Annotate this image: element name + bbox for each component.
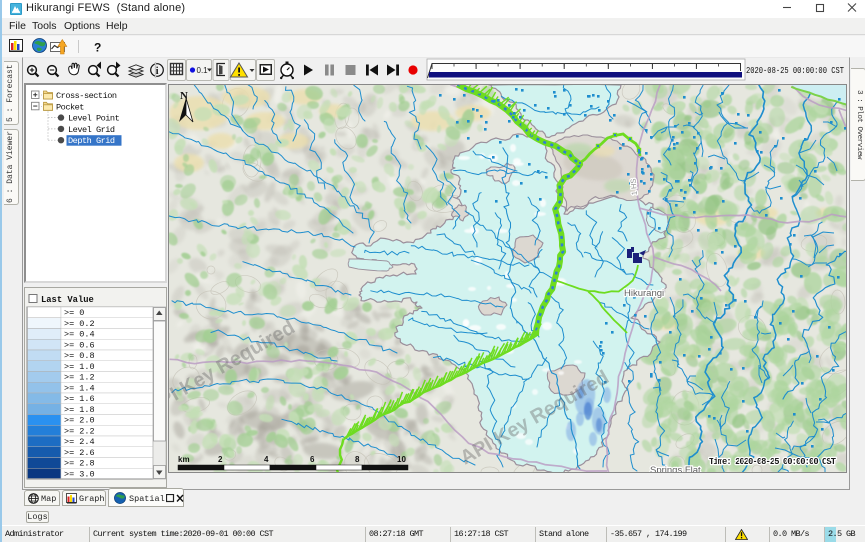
svg-text:>= 1.6: >= 1.6 (64, 394, 95, 404)
svg-text:>= 0.2: >= 0.2 (64, 319, 95, 329)
svg-text:>= 0: >= 0 (64, 308, 84, 318)
svg-text:2020-08-25 00:00:00 CST: 2020-08-25 00:00:00 CST (746, 66, 844, 76)
svg-text:Last Value: Last Value (41, 295, 94, 305)
svg-text:>= 1.4: >= 1.4 (64, 383, 95, 393)
svg-text:10: 10 (397, 455, 406, 464)
svg-text:>= 1.8: >= 1.8 (64, 405, 95, 415)
svg-text:Hikurangi: Hikurangi (624, 288, 664, 299)
svg-text:6: 6 (310, 455, 315, 464)
svg-text:Springs Flat: Springs Flat (650, 465, 701, 473)
svg-text:1 HS: 1 HS (629, 178, 639, 195)
svg-text:Depth Grid: Depth Grid (68, 136, 115, 146)
svg-text:>= 0.6: >= 0.6 (64, 340, 95, 350)
svg-text:Pocket: Pocket (56, 102, 84, 112)
svg-text:>= 1.2: >= 1.2 (64, 373, 95, 383)
svg-text:Time: 2020-08-25 00:00:00 CST: Time: 2020-08-25 00:00:00 CST (709, 457, 837, 467)
svg-text:8: 8 (355, 455, 360, 464)
svg-text:>= 2.6: >= 2.6 (64, 448, 95, 458)
svg-text:>= 0.8: >= 0.8 (64, 351, 95, 361)
svg-text:>= 0.4: >= 0.4 (64, 330, 95, 340)
svg-text:>= 3.0: >= 3.0 (64, 469, 95, 479)
svg-text:Cross-section: Cross-section (56, 91, 117, 101)
svg-text:0.1: 0.1 (197, 66, 209, 75)
svg-text:Level Grid: Level Grid (68, 125, 115, 135)
svg-text:>= 1.0: >= 1.0 (64, 362, 95, 372)
svg-text:>= 2.4: >= 2.4 (64, 437, 95, 447)
svg-text:km: km (178, 455, 190, 464)
svg-text:2: 2 (218, 455, 223, 464)
svg-text:Level Point: Level Point (68, 114, 120, 124)
svg-text:i: i (156, 66, 159, 77)
svg-text:>= 2.8: >= 2.8 (64, 459, 95, 469)
svg-text:>= 2.0: >= 2.0 (64, 416, 95, 426)
svg-text:4: 4 (264, 455, 269, 464)
svg-text:>= 2.2: >= 2.2 (64, 426, 95, 436)
svg-text:?: ? (94, 41, 101, 55)
